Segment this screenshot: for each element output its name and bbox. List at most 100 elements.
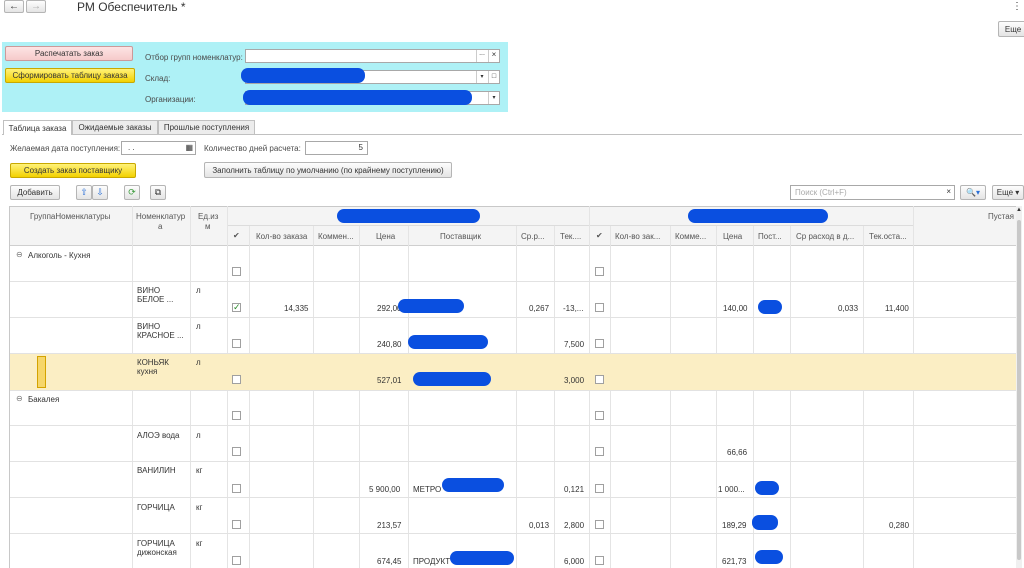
group-grocery[interactable]: Бакалея (28, 395, 59, 404)
checkbox[interactable] (595, 267, 604, 276)
row-qty[interactable]: 14,335 (284, 304, 308, 313)
refresh-icon[interactable]: ⟳ (124, 185, 140, 200)
sub2-qty-header[interactable]: Кол-во зак... (615, 232, 660, 241)
row-cur: 3,000 (564, 376, 585, 385)
sub1-supplier-header[interactable]: Поставщик (440, 232, 481, 241)
warehouse-open-icon[interactable]: □ (488, 71, 499, 83)
search-clear-icon[interactable]: × (946, 187, 951, 196)
redacted-supplier2 (755, 550, 783, 564)
col-group-header[interactable]: ГруппаНоменклатуры (30, 212, 110, 221)
days-input[interactable]: 5 (305, 141, 368, 155)
header-split (227, 225, 913, 226)
fill-default-button[interactable]: Заполнить таблицу по умолчанию (по крайн… (204, 162, 452, 178)
checkbox[interactable] (232, 484, 241, 493)
filter-dots-icon[interactable]: ... (476, 50, 487, 62)
sub1-price-header[interactable]: Цена (376, 232, 395, 241)
checkbox-checked[interactable]: ✓ (232, 303, 241, 312)
date-input[interactable]: . . ▦ (121, 141, 196, 155)
row-unit: л (196, 431, 201, 440)
warehouse-dropdown-icon[interactable]: ▾ (476, 71, 487, 83)
row-cur: 0,121 (564, 485, 585, 494)
group-collapse-icon[interactable]: ⊖ (16, 394, 23, 403)
row-price[interactable]: 213,57 (377, 521, 401, 530)
tab-expected-orders[interactable]: Ожидаемые заказы (72, 120, 158, 134)
sub2-supplier-header[interactable]: Пост... (758, 232, 782, 241)
redacted-organization (243, 90, 472, 105)
row-price[interactable]: 240,80 (377, 340, 401, 349)
days-label: Количество дней расчета: (204, 144, 301, 153)
row-cur2: 11,400 (885, 304, 909, 313)
row-name-line2: БЕЛОЕ ... (137, 295, 174, 304)
form-table-button[interactable]: Сформировать таблицу заказа (5, 68, 135, 83)
sub2-cur-header[interactable]: Тек.оста... (869, 232, 907, 241)
add-button[interactable]: Добавить (10, 185, 60, 200)
forward-button[interactable]: → (26, 0, 46, 13)
calendar-icon[interactable]: ▦ (185, 143, 193, 152)
row-unit: л (196, 286, 201, 295)
checkbox[interactable] (232, 339, 241, 348)
more-table-button[interactable]: Еще ▾ (992, 185, 1024, 200)
row-supplier[interactable]: МЕТРО (413, 485, 441, 494)
group-collapse-icon[interactable]: ⊖ (16, 250, 23, 259)
checkbox[interactable] (595, 520, 604, 529)
col-nomenclature-header-1[interactable]: Номенклатур (136, 212, 185, 221)
checkbox[interactable] (232, 267, 241, 276)
checkbox[interactable] (595, 303, 604, 312)
check-header-2[interactable]: ✔ (596, 231, 603, 240)
filter-input[interactable] (245, 49, 500, 63)
sub2-avg-header[interactable]: Ср расход в д... (796, 232, 854, 241)
more-top-button[interactable]: Еще (998, 21, 1024, 37)
copy-icon[interactable]: ⧉ (150, 185, 166, 200)
group-alcohol[interactable]: Алкоголь - Кухня (28, 251, 90, 260)
org-dropdown-icon[interactable]: ▾ (488, 92, 499, 104)
date-value: . . (128, 143, 135, 152)
sub1-comment-header[interactable]: Коммен... (318, 232, 354, 241)
back-button[interactable]: ← (4, 0, 24, 13)
checkbox[interactable] (232, 375, 241, 384)
row-price[interactable]: 674,45 (377, 557, 401, 566)
scrollbar-thumb[interactable] (1017, 220, 1021, 560)
row-price[interactable]: 527,01 (377, 376, 401, 385)
move-down-button[interactable]: ⇩ (92, 185, 108, 200)
search-input[interactable]: Поиск (Ctrl+F) × (790, 185, 955, 200)
col-empty-header[interactable]: Пустая (988, 212, 1014, 221)
row-supplier[interactable]: ПРОДУКТ (413, 557, 450, 566)
row-price2: 140,00 (723, 304, 748, 313)
checkbox[interactable] (595, 339, 604, 348)
col-unit-header-1[interactable]: Ед.из (198, 212, 218, 221)
checkbox[interactable] (595, 556, 604, 565)
redacted-supplier (450, 551, 514, 565)
search-button[interactable]: 🔍▾ (960, 185, 986, 200)
sub1-avg-header[interactable]: Ср.р... (521, 232, 545, 241)
checkbox[interactable] (595, 447, 604, 456)
checkbox[interactable] (232, 556, 241, 565)
sub1-cur-header[interactable]: Тек.... (560, 232, 581, 241)
filter-clear-icon[interactable]: × (488, 50, 499, 62)
checkbox[interactable] (595, 375, 604, 384)
row-name-line1: ГОРЧИЦА (137, 503, 175, 512)
checkbox[interactable] (232, 520, 241, 529)
move-up-button[interactable]: ⇧ (76, 185, 92, 200)
checkbox[interactable] (595, 484, 604, 493)
checkbox[interactable] (232, 411, 241, 420)
row-price2: 66,66 (727, 448, 748, 457)
check-header-1[interactable]: ✔ (233, 231, 240, 240)
kebab-menu-icon[interactable]: ⋮ (1012, 1, 1022, 12)
scroll-up-icon[interactable]: ▲ (1016, 207, 1022, 213)
col-unit-header-2: м (205, 222, 211, 231)
header-bottom (10, 245, 1020, 246)
checkbox[interactable] (232, 447, 241, 456)
row-unit: кг (196, 503, 203, 512)
checkbox[interactable] (595, 411, 604, 420)
tab-order-table[interactable]: Таблица заказа (3, 120, 72, 135)
sub1-qty-header[interactable]: Кол-во заказа (256, 232, 307, 241)
row-price[interactable]: 5 900,00 (369, 485, 400, 494)
tab-past-receipts[interactable]: Прошлые поступления (158, 120, 255, 134)
sub2-price-header[interactable]: Цена (723, 232, 742, 241)
print-order-button[interactable]: Распечатать заказ (5, 46, 133, 61)
row-cur: 7,500 (564, 340, 585, 349)
create-supplier-order-button[interactable]: Создать заказ поставщику (10, 163, 136, 178)
date-label: Желаемая дата поступления: (10, 144, 121, 153)
sub2-comment-header[interactable]: Комме... (675, 232, 706, 241)
filter-label: Отбор групп номенклатур: (145, 53, 243, 62)
